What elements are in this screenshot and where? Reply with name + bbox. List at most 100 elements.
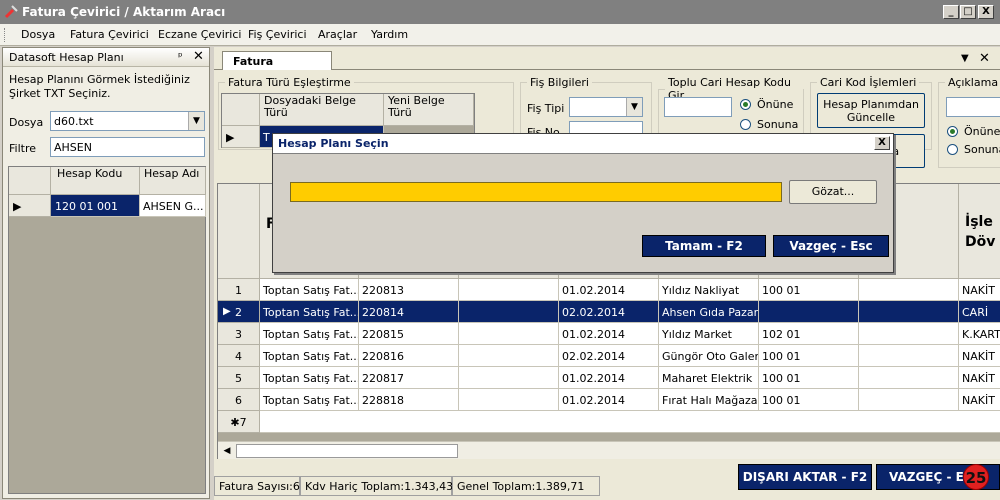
row-currency-cell[interactable]: CARİ [959,301,1000,323]
menu-fis-cevirici[interactable]: Fiş Çevirici [248,28,307,41]
close-button[interactable]: X [978,5,994,19]
row-currency-cell[interactable]: K.KART [959,323,1000,345]
row-doc-cell[interactable]: 220815 [359,323,459,345]
row-type-cell[interactable]: Toptan Satış Fat... [260,367,359,389]
genel-toplam: Genel Toplam:1.389,71 [452,476,600,496]
row-empty-cell[interactable] [459,279,559,301]
row-doc-cell[interactable]: 220817 [359,367,459,389]
menu-fatura-cevirici[interactable]: Fatura Çevirici [70,28,149,41]
disari-aktar-button[interactable]: DIŞARI AKTAR - F2 [738,464,872,490]
toplu-cari-input[interactable] [664,97,732,117]
panel-close-icon[interactable]: ✕ [193,49,204,64]
maximize-button[interactable]: □ [960,5,976,19]
tamam-button[interactable]: Tamam - F2 [642,235,766,257]
aciklama-onune-radio[interactable] [947,126,958,137]
row-empty-cell[interactable] [459,345,559,367]
col-yeni-belge[interactable]: Yeni Belge Türü [384,94,474,126]
row-currency-cell[interactable]: NAKİT [959,389,1000,411]
row-cari-cell[interactable]: Güngör Oto Galeri [659,345,759,367]
fatura-sayisi: Fatura Sayısı:6 [214,476,300,496]
filter-input[interactable]: AHSEN [50,137,205,157]
row-date-cell[interactable]: 01.02.2014 [559,367,659,389]
row-cari-cell[interactable]: Yıldız Market [659,323,759,345]
dialog-close-button[interactable]: X [874,136,890,150]
vazgec-button[interactable]: Vazgeç - Esc [773,235,889,257]
menu-yardim[interactable]: Yardım [371,28,408,41]
menu-dosya[interactable]: Dosya [21,28,55,41]
minimize-button[interactable]: _ [943,5,959,19]
scroll-left-icon[interactable]: ◀ [220,444,234,458]
tab-list-icon[interactable]: ▼ [961,53,969,64]
row-doc-cell[interactable]: 220814 [359,301,459,323]
row-cari-cell[interactable]: Fırat Halı Mağazası [659,389,759,411]
col-hesap-kodu[interactable]: Hesap Kodu [51,167,140,195]
aciklama-sonuna-label: Sonuna [964,143,1000,156]
row-number[interactable]: 4 [218,345,260,367]
scroll-thumb[interactable] [236,444,458,458]
row-number[interactable]: 1 [218,279,260,301]
col-dosyadaki-belge[interactable]: Dosyadaki Belge Türü [260,94,384,126]
row-empty-cell[interactable] [459,389,559,411]
col-islem-doviz[interactable]: İşle Döv [959,184,1000,279]
row-type-cell[interactable]: Toptan Satış Fat... [260,279,359,301]
row-code-cell[interactable] [759,301,859,323]
new-row[interactable] [260,411,1000,433]
row-type-cell[interactable]: Toptan Satış Fat... [260,389,359,411]
aciklama-input[interactable] [946,97,1000,117]
row-cari-cell[interactable]: Ahsen Gıda Pazarı [659,301,759,323]
toplu-onune-radio[interactable] [740,99,751,110]
row-empty-cell[interactable] [459,301,559,323]
path-input[interactable] [290,182,782,202]
hesap-adi-cell[interactable]: AHSEN G... [140,195,206,217]
horizontal-scrollbar[interactable]: ◀ [218,441,1000,459]
row-currency-cell[interactable]: NAKİT [959,279,1000,301]
row-empty-cell[interactable] [859,367,959,389]
row-date-cell[interactable]: 01.02.2014 [559,279,659,301]
row-doc-cell[interactable]: 220816 [359,345,459,367]
row-doc-cell[interactable]: 228818 [359,389,459,411]
row-currency-cell[interactable]: NAKİT [959,345,1000,367]
toplu-sonuna-radio[interactable] [740,119,751,130]
row-code-cell[interactable]: 100 01 [759,389,859,411]
col-hesap-adi[interactable]: Hesap Adı [140,167,206,195]
row-type-cell[interactable]: Toptan Satış Fat... [260,301,359,323]
file-select[interactable]: d60.txt ▼ [50,111,205,131]
pin-icon[interactable]: ᵖ [178,50,183,63]
row-type-cell[interactable]: Toptan Satış Fat... [260,323,359,345]
row-code-cell[interactable]: 100 01 [759,345,859,367]
row-empty-cell[interactable] [859,279,959,301]
row-empty-cell[interactable] [859,323,959,345]
aciklama-sonuna-radio[interactable] [947,144,958,155]
fis-tipi-chevron-icon[interactable]: ▼ [626,98,642,116]
row-code-cell[interactable]: 102 01 [759,323,859,345]
row-date-cell[interactable]: 02.02.2014 [559,301,659,323]
row-cari-cell[interactable]: Yıldız Nakliyat [659,279,759,301]
row-date-cell[interactable]: 01.02.2014 [559,389,659,411]
tab-fatura-aktarimi[interactable]: Fatura Aktarımı [222,51,332,81]
row-doc-cell[interactable]: 220813 [359,279,459,301]
hesap-planimdan-guncelle-button[interactable]: Hesap Planımdan Güncelle [817,93,925,128]
menu-eczane-cevirici[interactable]: Eczane Çevirici [158,28,241,41]
row-number[interactable]: 6 [218,389,260,411]
row-number[interactable]: 3 [218,323,260,345]
row-code-cell[interactable]: 100 01 [759,279,859,301]
row-number[interactable]: 5 [218,367,260,389]
belge-row-pointer-icon: ▶ [222,126,260,148]
gozat-button[interactable]: Gözat... [789,180,877,204]
menu-araclar[interactable]: Araçlar [318,28,357,41]
chevron-down-icon[interactable]: ▼ [188,112,204,130]
row-type-cell[interactable]: Toptan Satış Fat... [260,345,359,367]
row-cari-cell[interactable]: Maharet Elektrik [659,367,759,389]
hesap-kodu-cell[interactable]: 120 01 001 [51,195,140,217]
row-empty-cell[interactable] [859,301,959,323]
tab-close-icon[interactable]: ✕ [979,51,990,66]
row-empty-cell[interactable] [859,345,959,367]
row-date-cell[interactable]: 02.02.2014 [559,345,659,367]
fis-tipi-select[interactable]: ▼ [569,97,643,117]
row-code-cell[interactable]: 100 01 [759,367,859,389]
row-date-cell[interactable]: 01.02.2014 [559,323,659,345]
row-currency-cell[interactable]: NAKİT [959,367,1000,389]
row-empty-cell[interactable] [459,367,559,389]
row-empty-cell[interactable] [459,323,559,345]
row-empty-cell[interactable] [859,389,959,411]
